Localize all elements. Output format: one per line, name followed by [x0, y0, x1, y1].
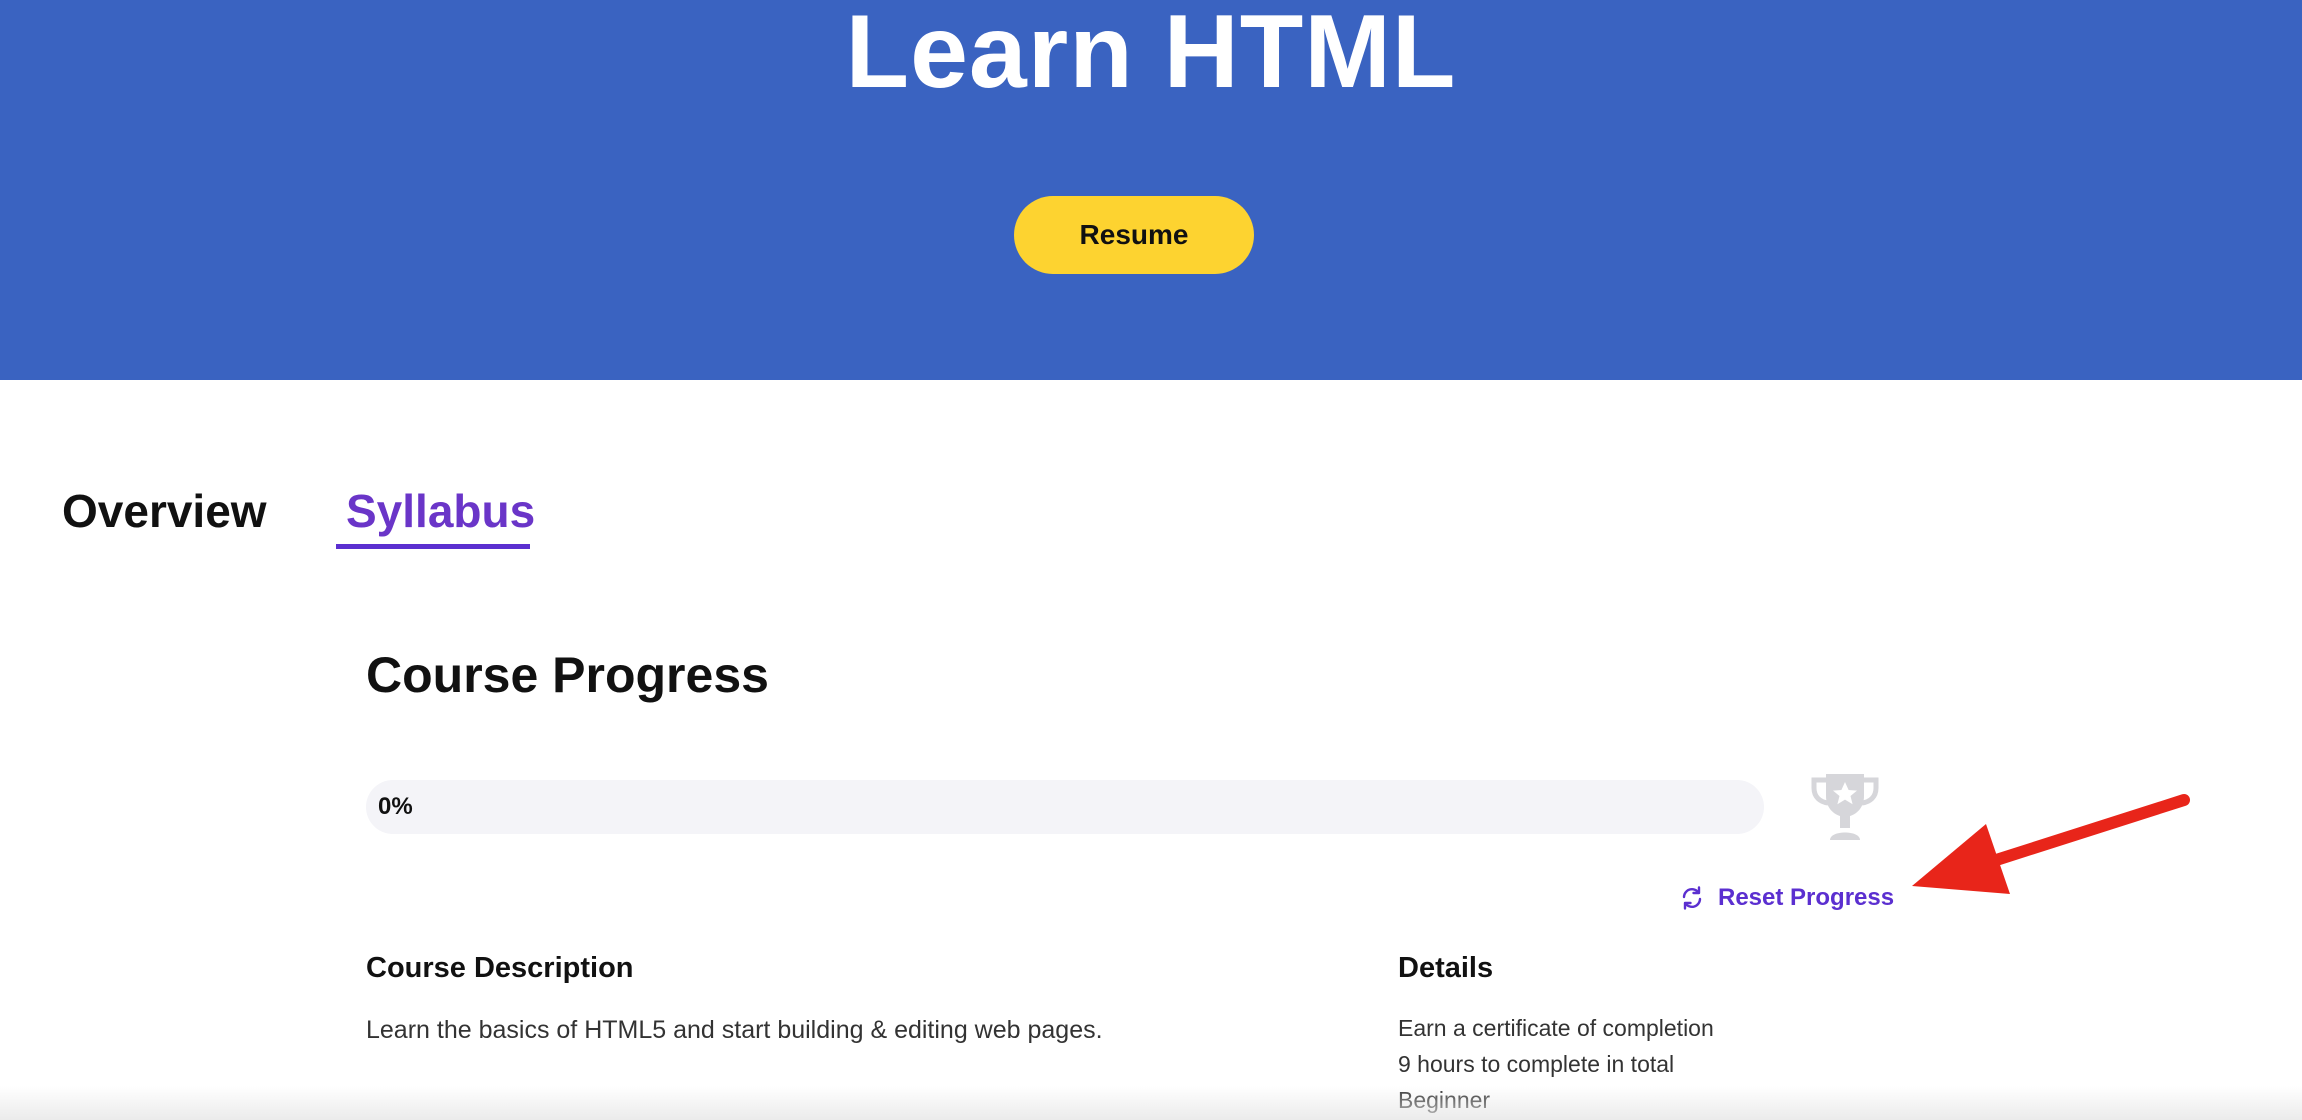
reset-progress-label: Reset Progress	[1718, 884, 1895, 911]
course-title: Learn HTML	[845, 0, 1457, 110]
tab-overview[interactable]: Overview	[62, 478, 267, 544]
progress-percent: 0%	[378, 793, 413, 820]
details-item-duration: 9 hours to complete in total	[1398, 1051, 1675, 1077]
details-heading: Details	[1398, 952, 1494, 984]
hero-banner: Learn HTML Resume	[0, 0, 2302, 380]
details-list: Earn a certificate of completion 9 hours…	[1398, 1010, 1714, 1118]
trophy-icon	[1806, 768, 1884, 846]
red-arrow-icon	[1900, 790, 2200, 910]
bottom-shadow	[0, 1086, 2302, 1120]
tab-syllabus[interactable]: Syllabus	[336, 478, 545, 544]
active-tab-indicator	[336, 544, 530, 549]
reset-progress-link[interactable]: Reset Progress	[1678, 880, 1894, 916]
resume-button[interactable]: Resume	[1014, 196, 1254, 274]
course-page: Learn HTML Resume Overview Syllabus Cour…	[0, 0, 2302, 1120]
details-item-level: Beginner	[1398, 1087, 1491, 1113]
refresh-icon	[1678, 884, 1706, 912]
details-item-certificate: Earn a certificate of completion	[1398, 1015, 1714, 1041]
course-description-heading: Course Description	[366, 952, 634, 984]
course-description-text: Learn the basics of HTML5 and start buil…	[366, 1016, 1103, 1044]
progress-bar: 0%	[366, 780, 1764, 834]
course-progress-title: Course Progress	[366, 647, 769, 703]
